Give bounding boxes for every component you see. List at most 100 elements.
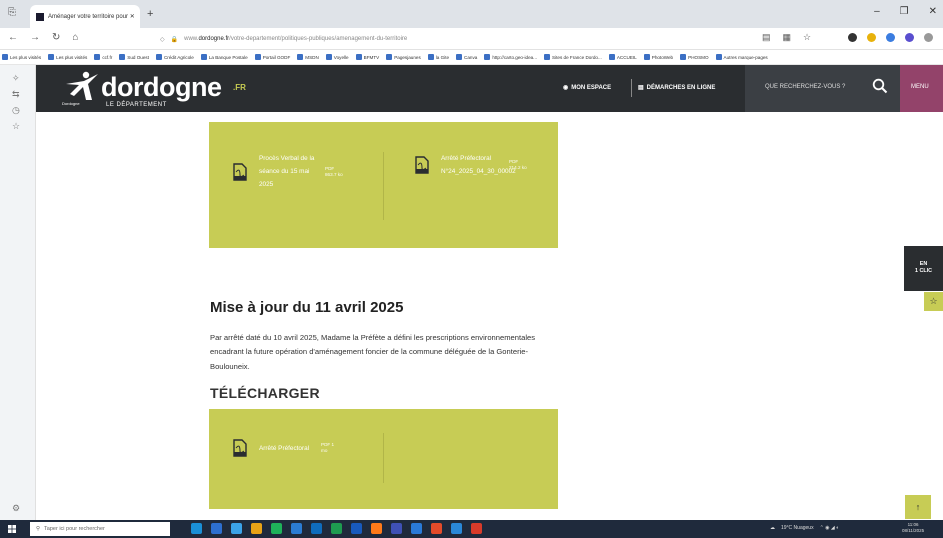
menu-button[interactable]: MENU [900,65,943,112]
window-controls: – ❐ ✕ [874,6,937,17]
sidebar-bookmarks-icon[interactable]: ☆ [12,121,20,132]
download-item-title: Procès Verbal de la séance du 15 mai 202… [259,155,315,188]
extension-icon[interactable] [867,33,876,42]
arrow-up-icon: ↑ [915,502,921,512]
download-item[interactable]: Arrêté Préfectoral N°24_2025_04_30_00002… [415,152,529,178]
download-item-meta: PDF 1 mo [321,442,335,453]
os-taskbar: ⚲ Taper ici pour rechercher ☁ 19°C Nuage… [0,520,943,538]
shield-icon: ◇ [160,36,165,43]
url-domain: dordogne.fr [198,36,230,42]
nav-mon-espace[interactable]: ◉ MON ESPACE [563,84,612,92]
taskbar-app-icon[interactable] [191,523,202,534]
bookmark-item[interactable]: PHOSMO [680,54,709,60]
taskbar-app-icon[interactable] [211,523,222,534]
windows-start-icon[interactable] [8,525,16,533]
reader-view-icon[interactable]: ▤ [762,32,771,43]
site-logo-tag: Dordogne [62,101,80,106]
taskbar-app-icon[interactable] [291,523,302,534]
bookmark-item[interactable]: PhotoWeb [643,54,673,60]
browser-tab[interactable]: Aménager votre territoire pour ✕ [30,5,140,28]
taskbar-app-icon[interactable] [411,523,422,534]
tray-icons[interactable]: ⌃ ◉ ◢ ◐ [820,525,840,531]
pdf-file-icon [415,156,429,174]
bookmark-item[interactable]: BFMTV [355,54,379,60]
maximize-icon[interactable]: ❐ [900,6,909,17]
menu-label: MENU [911,84,929,90]
taskbar-app-icon[interactable] [351,523,362,534]
en-1-clic-button[interactable]: EN 1 CLIC [904,246,943,291]
close-window-icon[interactable]: ✕ [929,6,937,17]
download-item[interactable]: Arrêté Préfectoral PDF 1 mo [233,439,341,457]
weather-icon[interactable]: ☁ [770,525,775,531]
bookmark-item[interactable]: Crédit Agricole [155,54,194,60]
extension-icon[interactable] [924,33,933,42]
system-tray: ☁ 19°C Nuageux ⌃ ◉ ◢ ◐ [770,525,839,531]
bookmark-item[interactable]: la Gite [427,54,449,60]
user-icon: ◉ [563,85,569,91]
taskbar-app-icon[interactable] [471,523,482,534]
sidebar-tabs-icon[interactable]: ⇆ [12,89,20,100]
dancer-logo-icon[interactable] [62,70,102,104]
taskbar-app-icon[interactable] [451,523,462,534]
extension-icon[interactable] [886,33,895,42]
taskbar-clock[interactable]: 11:06 08/11/2025 [902,522,924,534]
sidebar-history-icon[interactable]: ◷ [12,105,20,116]
pdf-file-icon [233,162,247,181]
address-bar[interactable]: ◇ 🔒 www.dordogne.fr/votre-departement/po… [160,31,760,47]
box-divider [383,433,384,483]
sidebar-ai-icon[interactable]: ✧ [12,73,20,84]
bookmark-item[interactable]: Autres marque-pages [715,54,768,60]
search-icon: ⚲ [36,526,41,532]
reload-icon[interactable]: ↻ [52,32,60,43]
taskbar-app-icon[interactable] [431,523,442,534]
taskbar-app-icon[interactable] [371,523,382,534]
bookmark-item[interactable]: http://carto.geo-idea... [484,54,537,60]
bookmark-item[interactable]: Les plus visités [48,54,87,60]
tab-actions-icon[interactable]: ⎘ [8,7,16,18]
bookmark-item[interactable]: La Banque Postale [200,54,248,60]
taskbar-app-icon[interactable] [251,523,262,534]
bookmark-item[interactable]: MSDN [297,54,319,60]
extension-icon[interactable] [848,33,857,42]
taskbar-app-icon[interactable] [391,523,402,534]
bookmark-item[interactable]: Canva [456,54,477,60]
bookmark-item[interactable]: Pagesjaunes [386,54,421,60]
taskbar-app-icon[interactable] [311,523,322,534]
taskbar-app-icon[interactable] [271,523,282,534]
back-icon[interactable]: ← [8,32,18,43]
nav-mon-espace-label: MON ESPACE [571,84,612,91]
bookmark-item[interactable]: Voyelle [325,54,349,60]
download-item[interactable]: Procès Verbal de la séance du 15 mai 202… [233,152,345,191]
search-icon [872,78,888,94]
bookmark-item[interactable]: Sites de France Dordo... [544,54,602,60]
tab-title: Aménager votre territoire pour ✕ [48,14,135,20]
en-1-clic-line1: EN [919,261,928,267]
weather-text[interactable]: 19°C Nuageux [781,525,814,531]
download-heading: TÉLÉCHARGER [210,385,320,401]
bookmark-item[interactable]: Sud Ouest [119,54,149,60]
grid-icon[interactable]: ▦ [783,32,792,43]
bookmarks-bar: Les plus visités Les plus visités ccf.fr… [0,50,943,65]
site-logo-text[interactable]: dordogne [101,72,222,103]
bookmark-star-icon[interactable]: ☆ [803,32,811,43]
bookmark-item[interactable]: ACCUEIL [608,54,637,60]
extension-icon[interactable] [905,33,914,42]
en-1-clic-line2: 1 CLIC [914,268,933,274]
home-icon[interactable]: ⌂ [72,32,78,43]
minimize-icon[interactable]: – [874,6,880,17]
lock-icon: 🔒 [170,36,179,43]
site-search-button[interactable]: QUE RECHERCHEZ-VOUS ? [745,65,900,112]
back-to-top-button[interactable]: ↑ [905,495,931,519]
sidebar-settings-icon[interactable]: ⚙ [12,503,20,514]
forward-icon[interactable]: → [30,32,40,43]
bookmark-item[interactable]: Les plus visités [2,54,41,60]
taskbar-app-icon[interactable] [231,523,242,534]
bookmark-item[interactable]: ccf.fr [94,54,112,60]
favorite-button[interactable]: ☆ [924,292,943,311]
taskbar-app-icon[interactable] [331,523,342,534]
nav-demarches[interactable]: ▤ DÉMARCHES EN LIGNE [638,84,715,92]
bookmark-item[interactable]: Portail GODF [254,54,290,60]
new-tab-button[interactable]: + [147,8,153,20]
clock-date: 08/11/2025 [902,528,925,533]
taskbar-search-input[interactable]: ⚲ Taper ici pour rechercher [30,522,170,536]
